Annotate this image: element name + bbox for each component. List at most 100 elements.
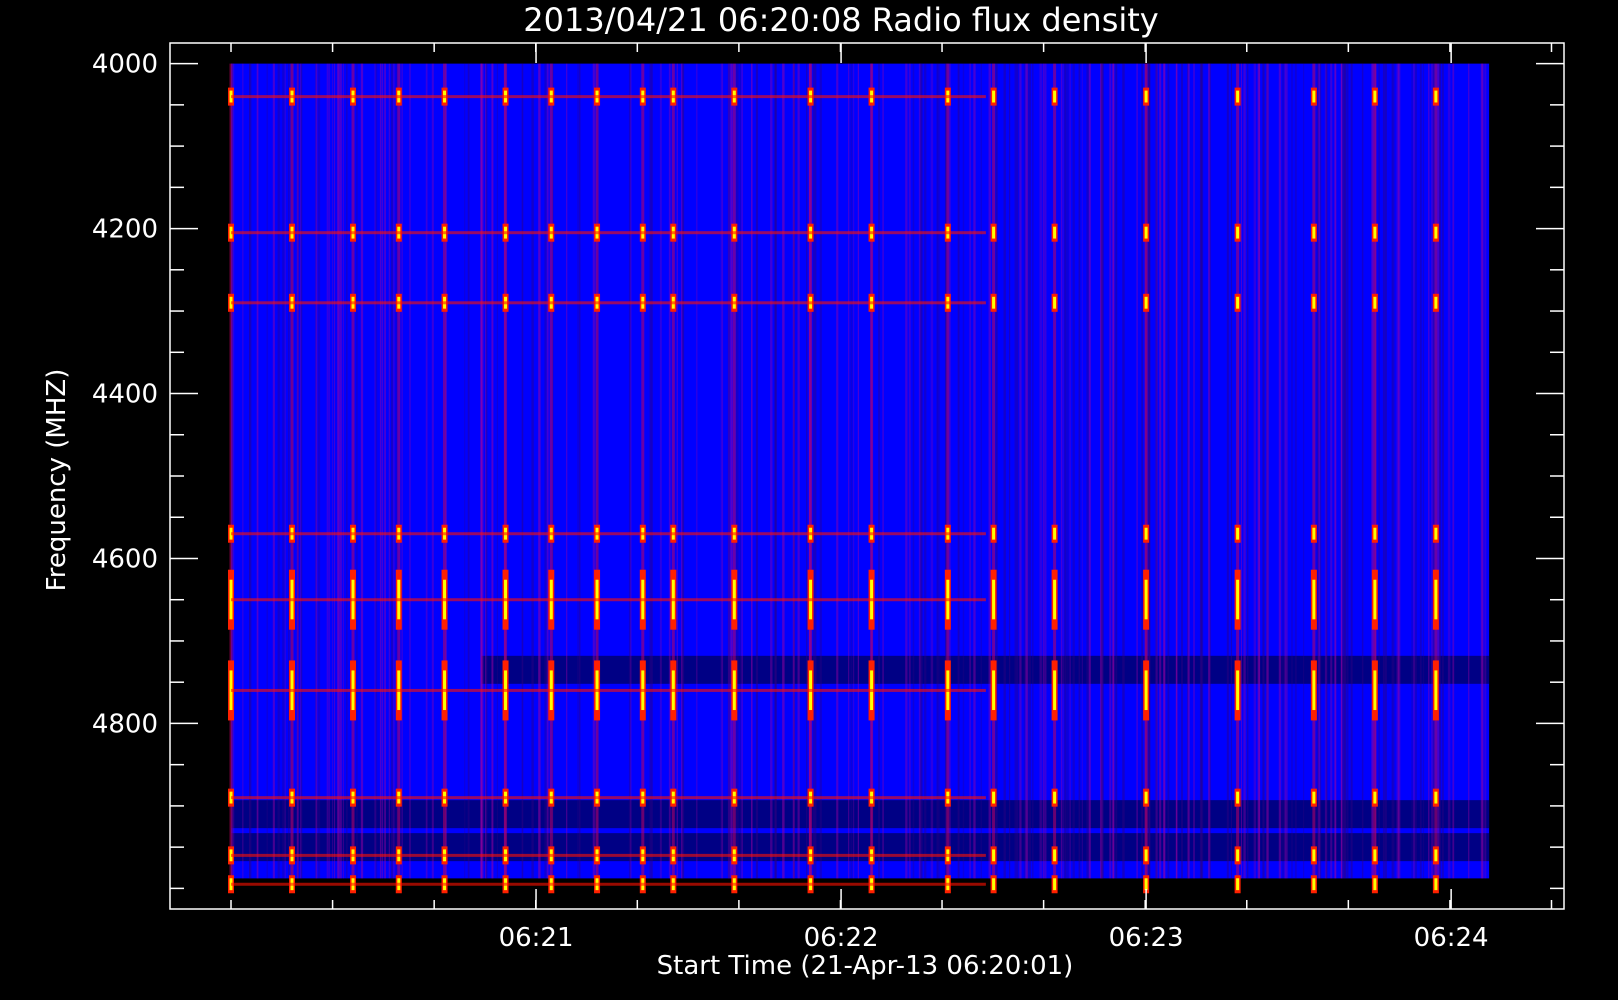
streak — [741, 63, 743, 879]
y-tick-label: 4800 — [92, 709, 158, 739]
streak — [668, 63, 671, 879]
streak — [577, 63, 579, 879]
streak — [1294, 63, 1297, 879]
streak — [491, 63, 493, 879]
streak — [1032, 63, 1034, 879]
streak — [1023, 63, 1026, 879]
streak — [995, 63, 998, 879]
streak — [1422, 63, 1425, 879]
band-line — [231, 301, 986, 305]
streak — [1467, 63, 1470, 879]
streak — [659, 63, 662, 879]
streak — [806, 63, 808, 879]
streak — [905, 63, 908, 879]
streak — [1428, 63, 1430, 879]
emission-peak — [1144, 849, 1148, 862]
streak — [1008, 63, 1011, 879]
streak — [334, 63, 336, 879]
streak — [1247, 63, 1249, 879]
streak — [1484, 63, 1487, 879]
streak — [1029, 63, 1031, 879]
dark-band — [481, 655, 1490, 684]
streak — [1282, 63, 1285, 879]
streak — [1316, 63, 1320, 879]
emission-peak — [1053, 670, 1057, 711]
emission-peak — [992, 90, 996, 103]
emission-line — [595, 63, 599, 879]
streak — [1176, 63, 1178, 879]
streak — [1438, 63, 1442, 879]
streak — [1078, 63, 1081, 879]
streak — [1148, 63, 1151, 879]
streak — [1480, 63, 1483, 879]
streak — [882, 63, 884, 879]
streak — [969, 63, 971, 879]
streak — [1180, 63, 1184, 879]
streak — [797, 63, 800, 879]
emission-peak — [1053, 296, 1057, 309]
streak — [485, 63, 487, 879]
streak — [735, 63, 738, 879]
streak — [1325, 63, 1328, 879]
emission-peak — [1053, 878, 1057, 891]
streak — [467, 63, 470, 879]
y-tick-label: 4400 — [92, 380, 158, 410]
streak — [857, 63, 859, 879]
emission-peak — [1312, 296, 1316, 309]
streak — [242, 63, 244, 879]
y-tick-label: 4600 — [92, 544, 158, 574]
streak — [1330, 63, 1333, 879]
streak — [924, 63, 927, 879]
emission-peak — [1144, 791, 1148, 804]
streak — [1230, 63, 1233, 879]
streak — [277, 63, 280, 879]
emission-peak — [1312, 226, 1316, 239]
streak — [695, 63, 698, 879]
streak — [937, 63, 940, 879]
emission-peak — [1144, 527, 1148, 540]
streak — [409, 63, 411, 879]
streak — [538, 63, 540, 879]
streak — [592, 63, 595, 879]
band-line — [231, 532, 986, 536]
streak — [1278, 63, 1282, 879]
band-line — [231, 853, 986, 857]
streak — [1159, 63, 1162, 879]
streak — [1396, 63, 1399, 879]
streak — [391, 63, 394, 879]
streak — [814, 63, 817, 879]
streak — [727, 63, 730, 879]
emission-peak — [992, 226, 996, 239]
streak — [1243, 63, 1246, 879]
emission-peak — [992, 878, 996, 891]
streak — [1253, 63, 1257, 879]
streak — [331, 63, 334, 879]
emission-peak — [1434, 579, 1438, 620]
emission-peak — [1434, 849, 1438, 862]
emission-peak — [1373, 849, 1377, 862]
streak — [546, 63, 549, 879]
emission-line — [1144, 63, 1148, 879]
streak — [425, 63, 428, 879]
streak — [988, 63, 991, 879]
streak — [1452, 63, 1455, 879]
streak — [1303, 63, 1305, 879]
streak — [1226, 63, 1229, 879]
emission-line — [504, 63, 508, 879]
emission-line — [1373, 63, 1377, 879]
emission-peak — [1312, 579, 1316, 620]
band-line — [231, 882, 986, 886]
streak — [1109, 63, 1112, 879]
streak — [1240, 63, 1243, 879]
streak — [878, 63, 881, 879]
emission-line — [870, 63, 874, 879]
emission-line — [1053, 63, 1057, 879]
emission-peak — [992, 791, 996, 804]
streak — [1141, 63, 1143, 879]
streak — [1136, 63, 1138, 879]
band-line — [231, 688, 986, 692]
streak — [1414, 63, 1418, 879]
streak — [544, 63, 547, 879]
emission-line — [732, 63, 736, 879]
streak — [1064, 63, 1067, 879]
